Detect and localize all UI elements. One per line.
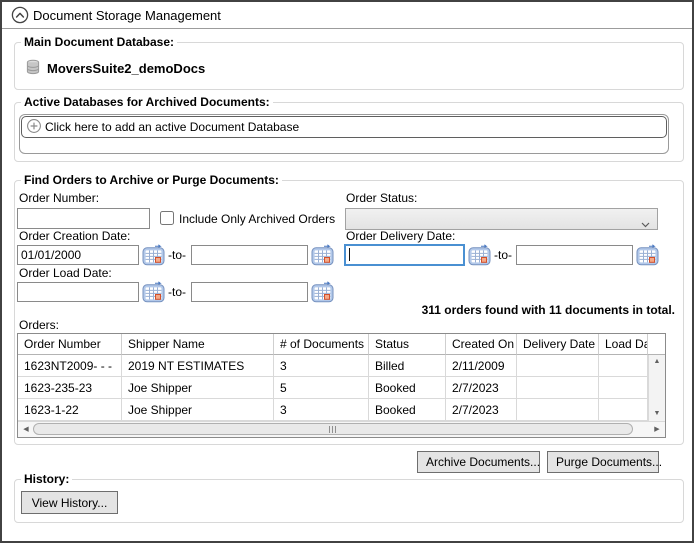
scroll-up-icon[interactable]: ▲ <box>649 355 665 369</box>
load-to-calendar-button[interactable] <box>311 281 334 303</box>
table-header-corner <box>648 334 665 355</box>
cell-status: Billed <box>369 355 446 377</box>
collapse-button[interactable] <box>11 6 29 24</box>
cell-status: Booked <box>369 399 446 421</box>
calendar-icon <box>142 281 165 306</box>
find-orders-group: Find Orders to Archive or Purge Document… <box>14 173 684 445</box>
chevron-down-icon <box>641 217 650 231</box>
creation-to-calendar-button[interactable] <box>311 244 334 266</box>
database-icon <box>25 59 41 78</box>
add-database-button[interactable]: Click here to add an active Document Dat… <box>21 116 667 138</box>
order-number-label: Order Number: <box>19 191 100 205</box>
panel-title: Document Storage Management <box>33 8 221 23</box>
scrollbar-grip-icon <box>329 426 337 433</box>
horizontal-scrollbar-thumb[interactable] <box>33 423 633 435</box>
column-header-num-documents[interactable]: # of Documents <box>274 334 369 355</box>
chevron-up-circle-icon <box>11 6 29 27</box>
calendar-icon <box>311 281 334 306</box>
delivery-from-calendar-button[interactable] <box>468 244 491 266</box>
results-summary: 311 orders found with 11 documents in to… <box>421 303 675 317</box>
orders-table: Order Number Shipper Name # of Documents… <box>17 333 666 438</box>
cell-num-documents: 3 <box>274 355 369 377</box>
purge-documents-button[interactable]: Purge Documents... <box>547 451 662 473</box>
order-number-input[interactable] <box>17 208 150 229</box>
cell-created-on: 2/11/2009 <box>446 355 517 377</box>
calendar-icon <box>311 244 334 269</box>
delivery-date-to-input[interactable] <box>516 245 633 265</box>
to-separator: -to- <box>168 248 186 262</box>
creation-date-to-input[interactable] <box>191 245 308 265</box>
main-database-name: MoversSuite2_demoDocs <box>47 61 206 76</box>
cell-order-number: 1623-1-22 <box>18 399 122 421</box>
active-databases-group: Active Databases for Archived Documents:… <box>14 95 684 162</box>
creation-date-from-input[interactable] <box>17 245 139 265</box>
column-header-created-on[interactable]: Created On <box>446 334 517 355</box>
archive-documents-button[interactable]: Archive Documents... <box>417 451 540 473</box>
cell-load-date <box>599 377 648 399</box>
table-row[interactable]: 1623NT2009- - - 2019 NT ESTIMATES 3 Bill… <box>18 355 665 377</box>
delivery-date-from-input[interactable] <box>344 244 465 266</box>
cell-delivery-date <box>517 377 599 399</box>
order-status-label: Order Status: <box>346 191 418 205</box>
document-storage-management-panel: Document Storage Management Main Documen… <box>0 0 694 543</box>
orders-table-header: Order Number Shipper Name # of Documents… <box>18 334 665 355</box>
main-database-group: Main Document Database: MoversSuite2_dem… <box>14 35 684 90</box>
include-archived-checkbox[interactable] <box>160 211 174 225</box>
load-date-label: Order Load Date: <box>19 266 112 280</box>
vertical-scrollbar[interactable]: ▲ ▼ <box>648 355 665 421</box>
add-plus-icon <box>26 118 42 137</box>
orders-label: Orders: <box>19 318 60 332</box>
column-header-status[interactable]: Status <box>369 334 446 355</box>
find-orders-group-label: Find Orders to Archive or Purge Document… <box>21 173 282 187</box>
to-separator: -to- <box>494 248 512 262</box>
cell-created-on: 2/7/2023 <box>446 399 517 421</box>
cell-num-documents: 3 <box>274 399 369 421</box>
horizontal-scrollbar[interactable]: ◀ ▶ <box>18 421 665 437</box>
scroll-down-icon[interactable]: ▼ <box>649 407 665 421</box>
load-date-to-input[interactable] <box>191 282 308 302</box>
delivery-to-calendar-button[interactable] <box>636 244 659 266</box>
main-database-group-label: Main Document Database: <box>21 35 178 49</box>
scroll-right-icon[interactable]: ▶ <box>650 423 664 436</box>
cell-num-documents: 5 <box>274 377 369 399</box>
active-databases-group-label: Active Databases for Archived Documents: <box>21 95 273 109</box>
cell-shipper-name: 2019 NT ESTIMATES <box>122 355 274 377</box>
cell-shipper-name: Joe Shipper <box>122 399 274 421</box>
cell-delivery-date <box>517 399 599 421</box>
cell-order-number: 1623NT2009- - - <box>18 355 122 377</box>
to-separator: -to- <box>168 285 186 299</box>
cell-delivery-date <box>517 355 599 377</box>
creation-from-calendar-button[interactable] <box>142 244 165 266</box>
view-history-button[interactable]: View History... <box>21 491 118 514</box>
include-archived-label[interactable]: Include Only Archived Orders <box>179 212 335 226</box>
column-header-order-number[interactable]: Order Number <box>18 334 122 355</box>
cell-created-on: 2/7/2023 <box>446 377 517 399</box>
history-group: History: View History... <box>14 472 684 523</box>
table-row[interactable]: 1623-235-23 Joe Shipper 5 Booked 2/7/202… <box>18 377 665 399</box>
main-database-row: MoversSuite2_demoDocs <box>25 59 205 78</box>
creation-date-label: Order Creation Date: <box>19 229 131 243</box>
history-group-label: History: <box>21 472 73 486</box>
cell-load-date <box>599 399 648 421</box>
column-header-delivery-date[interactable]: Delivery Date <box>517 334 599 355</box>
table-row[interactable]: 1623-1-22 Joe Shipper 3 Booked 2/7/2023 <box>18 399 665 421</box>
delivery-date-label: Order Delivery Date: <box>346 229 456 243</box>
column-header-shipper-name[interactable]: Shipper Name <box>122 334 274 355</box>
calendar-icon <box>142 244 165 269</box>
calendar-icon <box>636 244 659 269</box>
load-date-from-input[interactable] <box>17 282 139 302</box>
add-database-label: Click here to add an active Document Dat… <box>45 120 300 134</box>
scroll-left-icon[interactable]: ◀ <box>19 423 33 436</box>
load-from-calendar-button[interactable] <box>142 281 165 303</box>
header-divider <box>2 28 692 29</box>
cell-load-date <box>599 355 648 377</box>
calendar-icon <box>468 244 491 269</box>
cell-order-number: 1623-235-23 <box>18 377 122 399</box>
cell-status: Booked <box>369 377 446 399</box>
text-caret <box>349 248 350 261</box>
cell-shipper-name: Joe Shipper <box>122 377 274 399</box>
order-status-dropdown[interactable] <box>345 208 658 230</box>
column-header-load-date[interactable]: Load Date <box>599 334 648 355</box>
active-databases-list: Click here to add an active Document Dat… <box>19 114 669 154</box>
